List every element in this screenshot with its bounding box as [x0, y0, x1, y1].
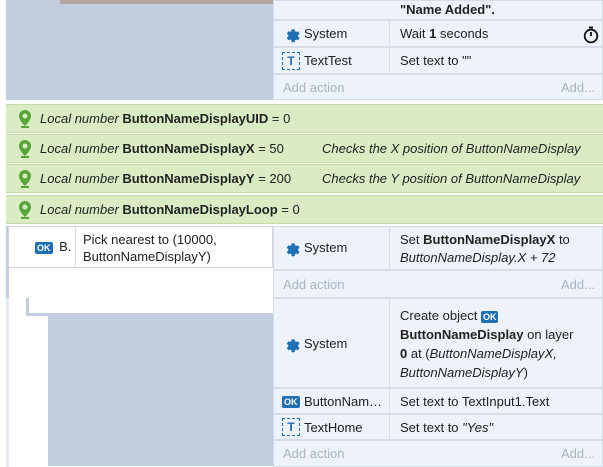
gear-icon — [286, 243, 300, 257]
add-action-link[interactable]: Add action — [283, 80, 344, 95]
variable-text: Local number ButtonNameDisplayX = 50 — [40, 141, 284, 156]
action-object-texthome: TextHome — [304, 420, 363, 435]
action-object-system: System — [304, 336, 348, 351]
action-text-wait: Wait 1 seconds — [400, 26, 489, 41]
variable-comment: Checks the X position of ButtonNameDispl… — [322, 141, 581, 156]
action-row-create-object[interactable]: System Create object OK ButtonNameDispla… — [273, 298, 603, 389]
timer-icon — [583, 26, 599, 44]
action-continuation-text: "Name Added". — [400, 2, 495, 17]
action-text-line1: Create object OK — [400, 308, 499, 323]
add-action-row-top[interactable]: Add action Add... — [273, 74, 603, 100]
add-more-link[interactable]: Add... — [561, 446, 595, 461]
text-object-icon: T — [282, 52, 300, 70]
gear-icon — [286, 29, 300, 43]
local-variable-icon — [19, 170, 31, 188]
condition-text-line2: ButtonNameDisplayY) — [83, 249, 211, 264]
action-object-system: System — [304, 26, 348, 41]
condition-text-line1: Pick nearest to (10000, — [83, 232, 217, 247]
column-divider — [75, 227, 76, 267]
action-object-texttest: TextTest — [304, 53, 352, 68]
local-variable-y[interactable]: Local number ButtonNameDisplayY = 200 Ch… — [6, 164, 603, 193]
action-cell-continuation[interactable]: "Name Added". — [273, 0, 603, 20]
variable-text: Local number ButtonNameDisplayY = 200 — [40, 171, 292, 186]
button-object-icon: OK — [282, 396, 300, 408]
local-variable-icon — [19, 140, 31, 158]
action-row-wait[interactable]: System Wait 1 seconds — [273, 20, 603, 48]
add-action-link[interactable]: Add action — [283, 446, 344, 461]
column-divider — [389, 227, 390, 271]
action-text-line2: ButtonNameDisplay.X + 72 — [400, 250, 556, 265]
variable-text: Local number ButtonNameDisplayLoop = 0 — [40, 202, 300, 217]
action-text-line3: 0 at (ButtonNameDisplayX, — [400, 346, 557, 361]
variable-comment: Checks the Y position of ButtonNameDispl… — [322, 171, 581, 186]
column-divider — [389, 299, 390, 389]
action-text-line1: Set ButtonNameDisplayX to — [400, 232, 570, 247]
local-variable-x[interactable]: Local number ButtonNameDisplayX = 50 Che… — [6, 134, 603, 163]
action-row-texthome[interactable]: T TextHome Set text to "Yes" — [273, 414, 603, 441]
gear-icon — [286, 339, 300, 353]
action-row-texttest[interactable]: T TextTest Set text to "" — [273, 47, 603, 75]
button-object-icon: OK — [35, 241, 53, 254]
add-more-link[interactable]: Add... — [561, 277, 595, 292]
button-object-icon: OK — [480, 310, 499, 323]
add-action-link[interactable]: Add action — [283, 277, 344, 292]
column-divider — [389, 389, 390, 415]
column-divider — [389, 21, 390, 48]
condition-object: OK B. — [35, 239, 72, 254]
action-text-line4: ButtonNameDisplayY) — [400, 365, 528, 380]
action-text-line2: ButtonNameDisplay on layer — [400, 327, 574, 342]
action-row-set-x[interactable]: System Set ButtonNameDisplayX to ButtonN… — [273, 226, 603, 271]
action-row-set-button-text[interactable]: OK ButtonNam… Set text to TextInput1.Tex… — [273, 388, 603, 415]
column-divider — [389, 48, 390, 75]
add-action-row-event[interactable]: Add action Add... — [273, 270, 603, 298]
action-object-button: ButtonNam… — [304, 394, 383, 409]
sub-event-block[interactable] — [48, 316, 273, 466]
action-text-set-text: Set text to TextInput1.Text — [400, 394, 550, 409]
column-divider — [389, 415, 390, 441]
local-variable-icon — [19, 110, 31, 128]
add-more-link[interactable]: Add... — [561, 80, 595, 95]
text-object-icon: T — [282, 418, 300, 436]
variable-text: Local number ButtonNameDisplayUID = 0 — [40, 111, 291, 126]
local-variable-loop[interactable]: Local number ButtonNameDisplayLoop = 0 — [6, 195, 603, 224]
condition-row-pick-nearest[interactable]: OK B. Pick nearest to (10000, ButtonName… — [8, 226, 273, 268]
local-variable-uid[interactable]: Local number ButtonNameDisplayUID = 0 — [6, 104, 603, 133]
add-action-row-sub[interactable]: Add action Add... — [273, 440, 603, 467]
action-text-set-text: Set text to "" — [400, 53, 472, 68]
local-variable-icon — [19, 201, 31, 219]
sub-event-outline — [6, 298, 9, 467]
action-text-set-text-yes: Set text to "Yes" — [400, 420, 494, 435]
action-object-system: System — [304, 240, 348, 255]
